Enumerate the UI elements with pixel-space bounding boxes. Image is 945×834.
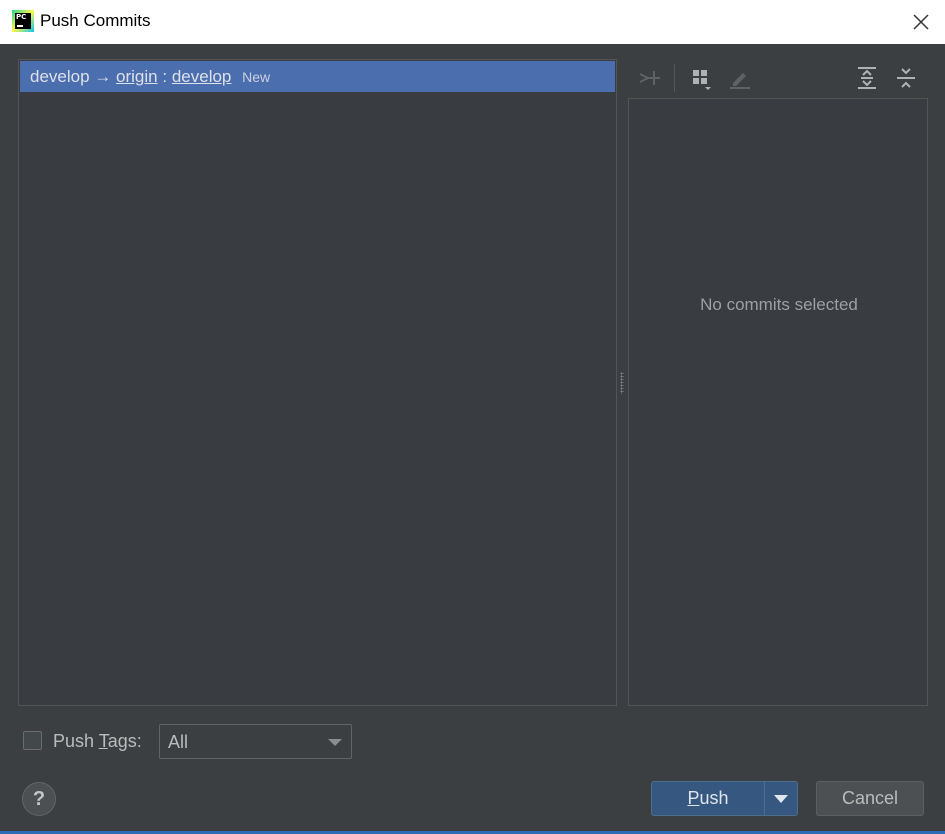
chevron-down-icon xyxy=(328,739,342,746)
branch-row[interactable]: develop → origin : develop New xyxy=(20,61,615,92)
push-button[interactable]: Push xyxy=(652,782,764,815)
arrow-icon: → xyxy=(94,67,112,86)
help-icon: ? xyxy=(32,788,46,810)
edit-icon[interactable] xyxy=(728,66,752,90)
push-tags-label[interactable]: Push Tags: xyxy=(53,731,142,752)
app-icon-text: PC xyxy=(16,13,27,21)
title-bar: PC Push Commits xyxy=(0,0,945,44)
empty-state-text: No commits selected xyxy=(700,295,858,314)
commit-details-panel: No commits selected xyxy=(628,98,928,706)
pycharm-icon: PC xyxy=(12,10,34,32)
push-tags-checkbox[interactable] xyxy=(23,731,42,750)
collapse-all-icon[interactable] xyxy=(894,66,918,90)
branch-separator: : xyxy=(162,67,168,86)
group-icon[interactable] xyxy=(690,66,714,90)
splitter-handle[interactable] xyxy=(620,372,624,394)
help-button[interactable]: ? xyxy=(22,782,56,816)
remote-name-link[interactable]: origin xyxy=(116,67,158,86)
merge-icon[interactable] xyxy=(638,66,662,90)
expand-all-icon[interactable] xyxy=(855,66,879,90)
window-title: Push Commits xyxy=(40,11,151,30)
push-button-group: Push xyxy=(651,781,798,816)
local-branch: develop xyxy=(30,67,90,86)
close-icon[interactable] xyxy=(910,11,932,33)
details-toolbar xyxy=(628,60,928,96)
tags-select-value: All xyxy=(168,732,189,752)
remote-branch-link[interactable]: develop xyxy=(172,67,232,86)
push-button-divider xyxy=(764,782,765,815)
cancel-button[interactable]: Cancel xyxy=(816,781,924,816)
toolbar-separator xyxy=(674,64,675,92)
tags-select[interactable]: All xyxy=(159,724,352,759)
commits-tree-panel[interactable]: develop → origin : develop New xyxy=(18,59,617,706)
new-badge: New xyxy=(242,69,271,85)
push-options-dropdown-icon[interactable] xyxy=(774,795,788,803)
